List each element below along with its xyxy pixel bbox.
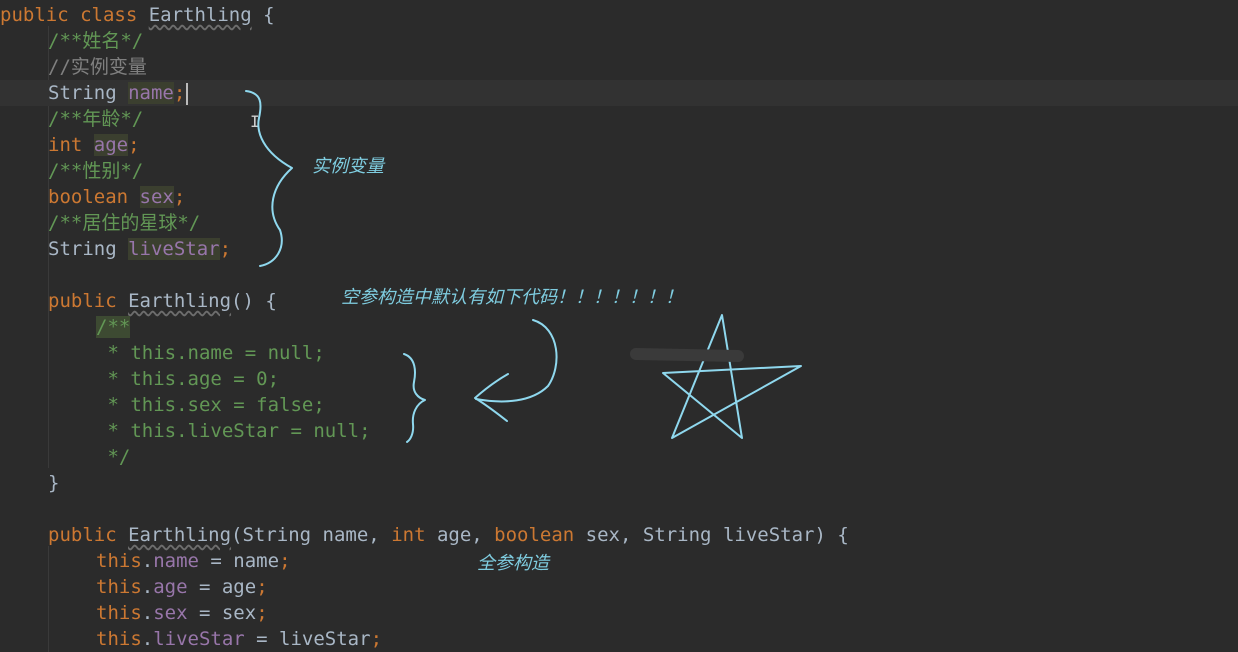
text-caret bbox=[186, 82, 189, 105]
code-line[interactable]: * this.liveStar = null; bbox=[0, 418, 1238, 444]
code-token: int bbox=[391, 524, 437, 546]
code-token: sex bbox=[153, 602, 188, 624]
code-token: ; bbox=[279, 550, 291, 572]
code-line[interactable]: /**年龄*/ bbox=[0, 106, 1238, 132]
code-line[interactable]: this.sex = sex; bbox=[0, 600, 1238, 626]
code-line[interactable]: int age; bbox=[0, 132, 1238, 158]
code-line[interactable]: */ bbox=[0, 444, 1238, 470]
code-token: this bbox=[96, 576, 142, 598]
code-line[interactable]: this.age = age; bbox=[0, 574, 1238, 600]
code-token: Earthling bbox=[148, 4, 252, 26]
code-token: { bbox=[251, 4, 275, 26]
code-line[interactable]: //实例变量 bbox=[0, 54, 1238, 80]
code-token: ; bbox=[128, 134, 140, 156]
code-token: this bbox=[96, 602, 142, 624]
code-token: /** bbox=[96, 316, 131, 338]
code-token: int bbox=[48, 134, 94, 156]
code-token: = liveStar bbox=[244, 628, 371, 650]
code-token: () { bbox=[231, 290, 277, 312]
code-line[interactable]: } bbox=[0, 470, 1238, 496]
code-token: /**居住的星球*/ bbox=[48, 212, 201, 234]
code-line[interactable] bbox=[0, 496, 1238, 522]
code-line[interactable] bbox=[0, 262, 1238, 288]
code-token: ; bbox=[370, 628, 383, 650]
code-token: ; bbox=[256, 576, 268, 598]
code-token: liveStar bbox=[153, 628, 245, 650]
code-token: //实例变量 bbox=[48, 56, 147, 78]
code-token: String bbox=[48, 238, 129, 260]
code-editor[interactable]: public class Earthling { /**姓名*/ //实例变量 … bbox=[0, 0, 1238, 652]
code-token: public bbox=[48, 524, 129, 546]
code-token: * this.age = 0; bbox=[96, 368, 280, 390]
code-line[interactable]: * this.name = null; bbox=[0, 340, 1238, 366]
code-token: . bbox=[141, 602, 154, 624]
code-line[interactable]: /**性别*/ bbox=[0, 158, 1238, 184]
code-token: this bbox=[96, 550, 142, 572]
ibeam-cursor-icon: I bbox=[250, 112, 260, 131]
code-line[interactable]: String liveStar; bbox=[0, 236, 1238, 262]
code-token: Earthling bbox=[128, 524, 232, 546]
code-token: . bbox=[141, 550, 154, 572]
code-token: ; bbox=[173, 186, 186, 208]
code-token: = age bbox=[187, 576, 257, 598]
code-token: * this.liveStar = null; bbox=[96, 420, 371, 442]
code-token: = name bbox=[198, 550, 280, 572]
code-token: age bbox=[153, 576, 188, 598]
code-line[interactable]: this.name = name; bbox=[0, 548, 1238, 574]
code-token: name bbox=[128, 82, 174, 104]
code-token: /**年龄*/ bbox=[48, 108, 144, 130]
code-line[interactable]: /** bbox=[0, 314, 1238, 340]
code-token: } bbox=[48, 472, 60, 494]
annotation-instance-vars: 实例变量 bbox=[312, 156, 384, 177]
code-token: ; bbox=[173, 82, 186, 104]
code-token: (String name, bbox=[231, 524, 392, 546]
code-token: * this.sex = false; bbox=[96, 394, 325, 416]
code-line[interactable]: boolean sex; bbox=[0, 184, 1238, 210]
code-token: age, bbox=[436, 524, 495, 546]
code-token: public bbox=[48, 290, 129, 312]
code-line[interactable]: public Earthling(String name, int age, b… bbox=[0, 522, 1238, 548]
code-line-current[interactable]: String name; bbox=[0, 80, 1238, 106]
code-line[interactable]: /**居住的星球*/ bbox=[0, 210, 1238, 236]
code-token: boolean bbox=[48, 186, 140, 208]
annotation-default-ctor: 空参构造中默认有如下代码！！！！！！！ bbox=[341, 287, 683, 308]
code-token: . bbox=[141, 576, 154, 598]
code-token: ; bbox=[256, 602, 268, 624]
code-token: String bbox=[48, 82, 129, 104]
code-token: * this.name = null; bbox=[96, 342, 325, 364]
code-token: /**性别*/ bbox=[48, 160, 144, 182]
code-token: = sex bbox=[187, 602, 257, 624]
code-token: */ bbox=[96, 446, 131, 468]
code-token: this bbox=[96, 628, 142, 650]
code-token: /**姓名*/ bbox=[48, 30, 144, 52]
code-line[interactable]: public class Earthling { bbox=[0, 2, 1238, 28]
code-line[interactable]: /**姓名*/ bbox=[0, 28, 1238, 54]
code-token: sex bbox=[139, 186, 174, 208]
code-token: liveStar bbox=[128, 238, 220, 260]
annotation-full-ctor: 全参构造 bbox=[477, 553, 549, 574]
code-token: boolean bbox=[494, 524, 586, 546]
code-token: Earthling bbox=[128, 290, 232, 312]
code-token: . bbox=[141, 628, 154, 650]
code-line[interactable]: * this.age = 0; bbox=[0, 366, 1238, 392]
code-line[interactable]: * this.sex = false; bbox=[0, 392, 1238, 418]
code-token: ; bbox=[219, 238, 232, 260]
code-line[interactable]: this.liveStar = liveStar; bbox=[0, 626, 1238, 652]
code-token: sex, String liveStar) { bbox=[585, 524, 849, 546]
code-token: age bbox=[93, 134, 129, 156]
code-token: name bbox=[153, 550, 199, 572]
code-token: public class bbox=[0, 4, 149, 26]
